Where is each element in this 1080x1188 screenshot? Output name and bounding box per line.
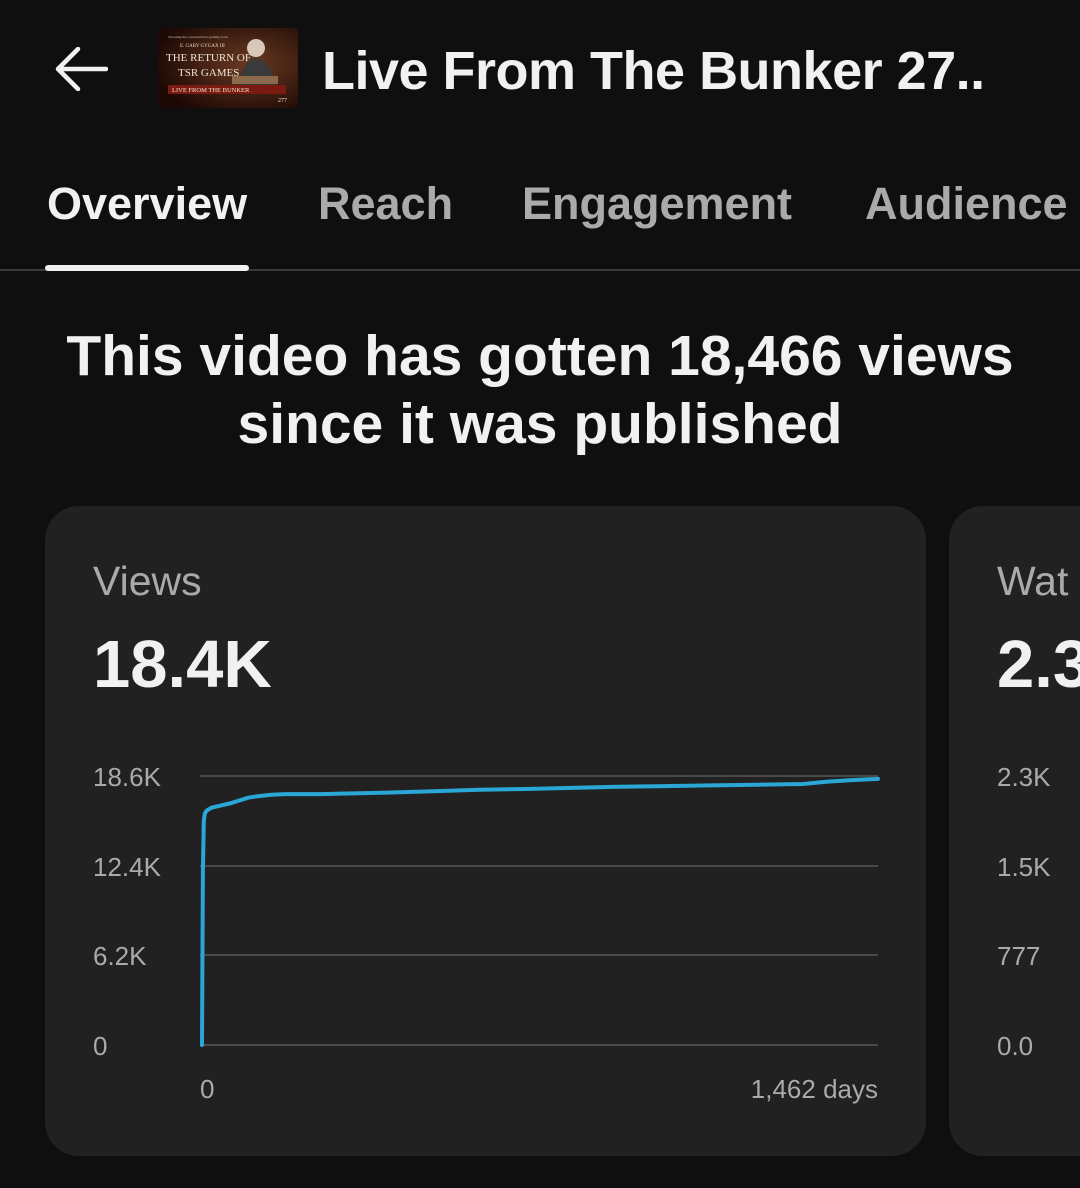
y-tick-label: 6.2K [93, 941, 147, 971]
y-tick-label: 0 [93, 1031, 107, 1061]
svg-text:Choosing the conversation is g: Choosing the conversation is gaining for… [168, 35, 228, 39]
svg-text:THE RETURN OF: THE RETURN OF [166, 52, 251, 64]
x-tick-label: 0 [200, 1074, 214, 1104]
watch-time-card[interactable]: Wat 2.3 2.3K 1.5K 777 0.0 [949, 506, 1080, 1156]
y-tick-label: 777 [997, 941, 1040, 971]
tab-overview[interactable]: Overview [47, 178, 247, 230]
svg-text:277: 277 [278, 98, 287, 104]
active-tab-indicator [45, 265, 249, 271]
headline-line-2: since it was published [237, 392, 843, 456]
y-tick-label: 0.0 [997, 1031, 1033, 1061]
video-thumbnail: Choosing the conversation is gaining for… [158, 28, 298, 108]
views-series-line [200, 776, 880, 1047]
views-chart: 18.6K 12.4K 6.2K 0 0 1,462 days [93, 762, 880, 1104]
analytics-page: Choosing the conversation is gaining for… [0, 0, 1080, 1188]
watch-time-chart: 2.3K 1.5K 777 0.0 [997, 762, 1051, 1061]
svg-text:TSR GAMES: TSR GAMES [178, 67, 239, 79]
video-title: Live From The Bunker 27.. [322, 41, 985, 101]
top-app-bar: Choosing the conversation is gaining for… [0, 0, 1080, 140]
tab-reach[interactable]: Reach [318, 178, 453, 230]
views-summary-headline: This video has gotten 18,466 views since… [0, 322, 1080, 458]
svg-text:LIVE FROM THE BUNKER: LIVE FROM THE BUNKER [172, 87, 250, 94]
y-tick-label: 12.4K [93, 852, 162, 882]
y-tick-label: 18.6K [93, 762, 162, 792]
y-tick-label: 2.3K [997, 762, 1051, 792]
tab-bar: Overview Reach Engagement Audience [0, 150, 1080, 272]
x-tick-label: 1,462 days [751, 1074, 878, 1104]
svg-text:E. GARY GYGAX III: E. GARY GYGAX III [180, 44, 225, 49]
headline-line-1: This video has gotten 18,466 views [66, 324, 1014, 388]
arrow-left-icon [55, 47, 108, 91]
back-button[interactable] [48, 36, 114, 102]
tab-engagement[interactable]: Engagement [522, 178, 792, 230]
y-tick-label: 1.5K [997, 852, 1051, 882]
views-card[interactable]: Views 18.4K 18.6K 12.4K 6.2K 0 0 1,462 d… [45, 506, 926, 1156]
tab-audience[interactable]: Audience [865, 178, 1068, 230]
